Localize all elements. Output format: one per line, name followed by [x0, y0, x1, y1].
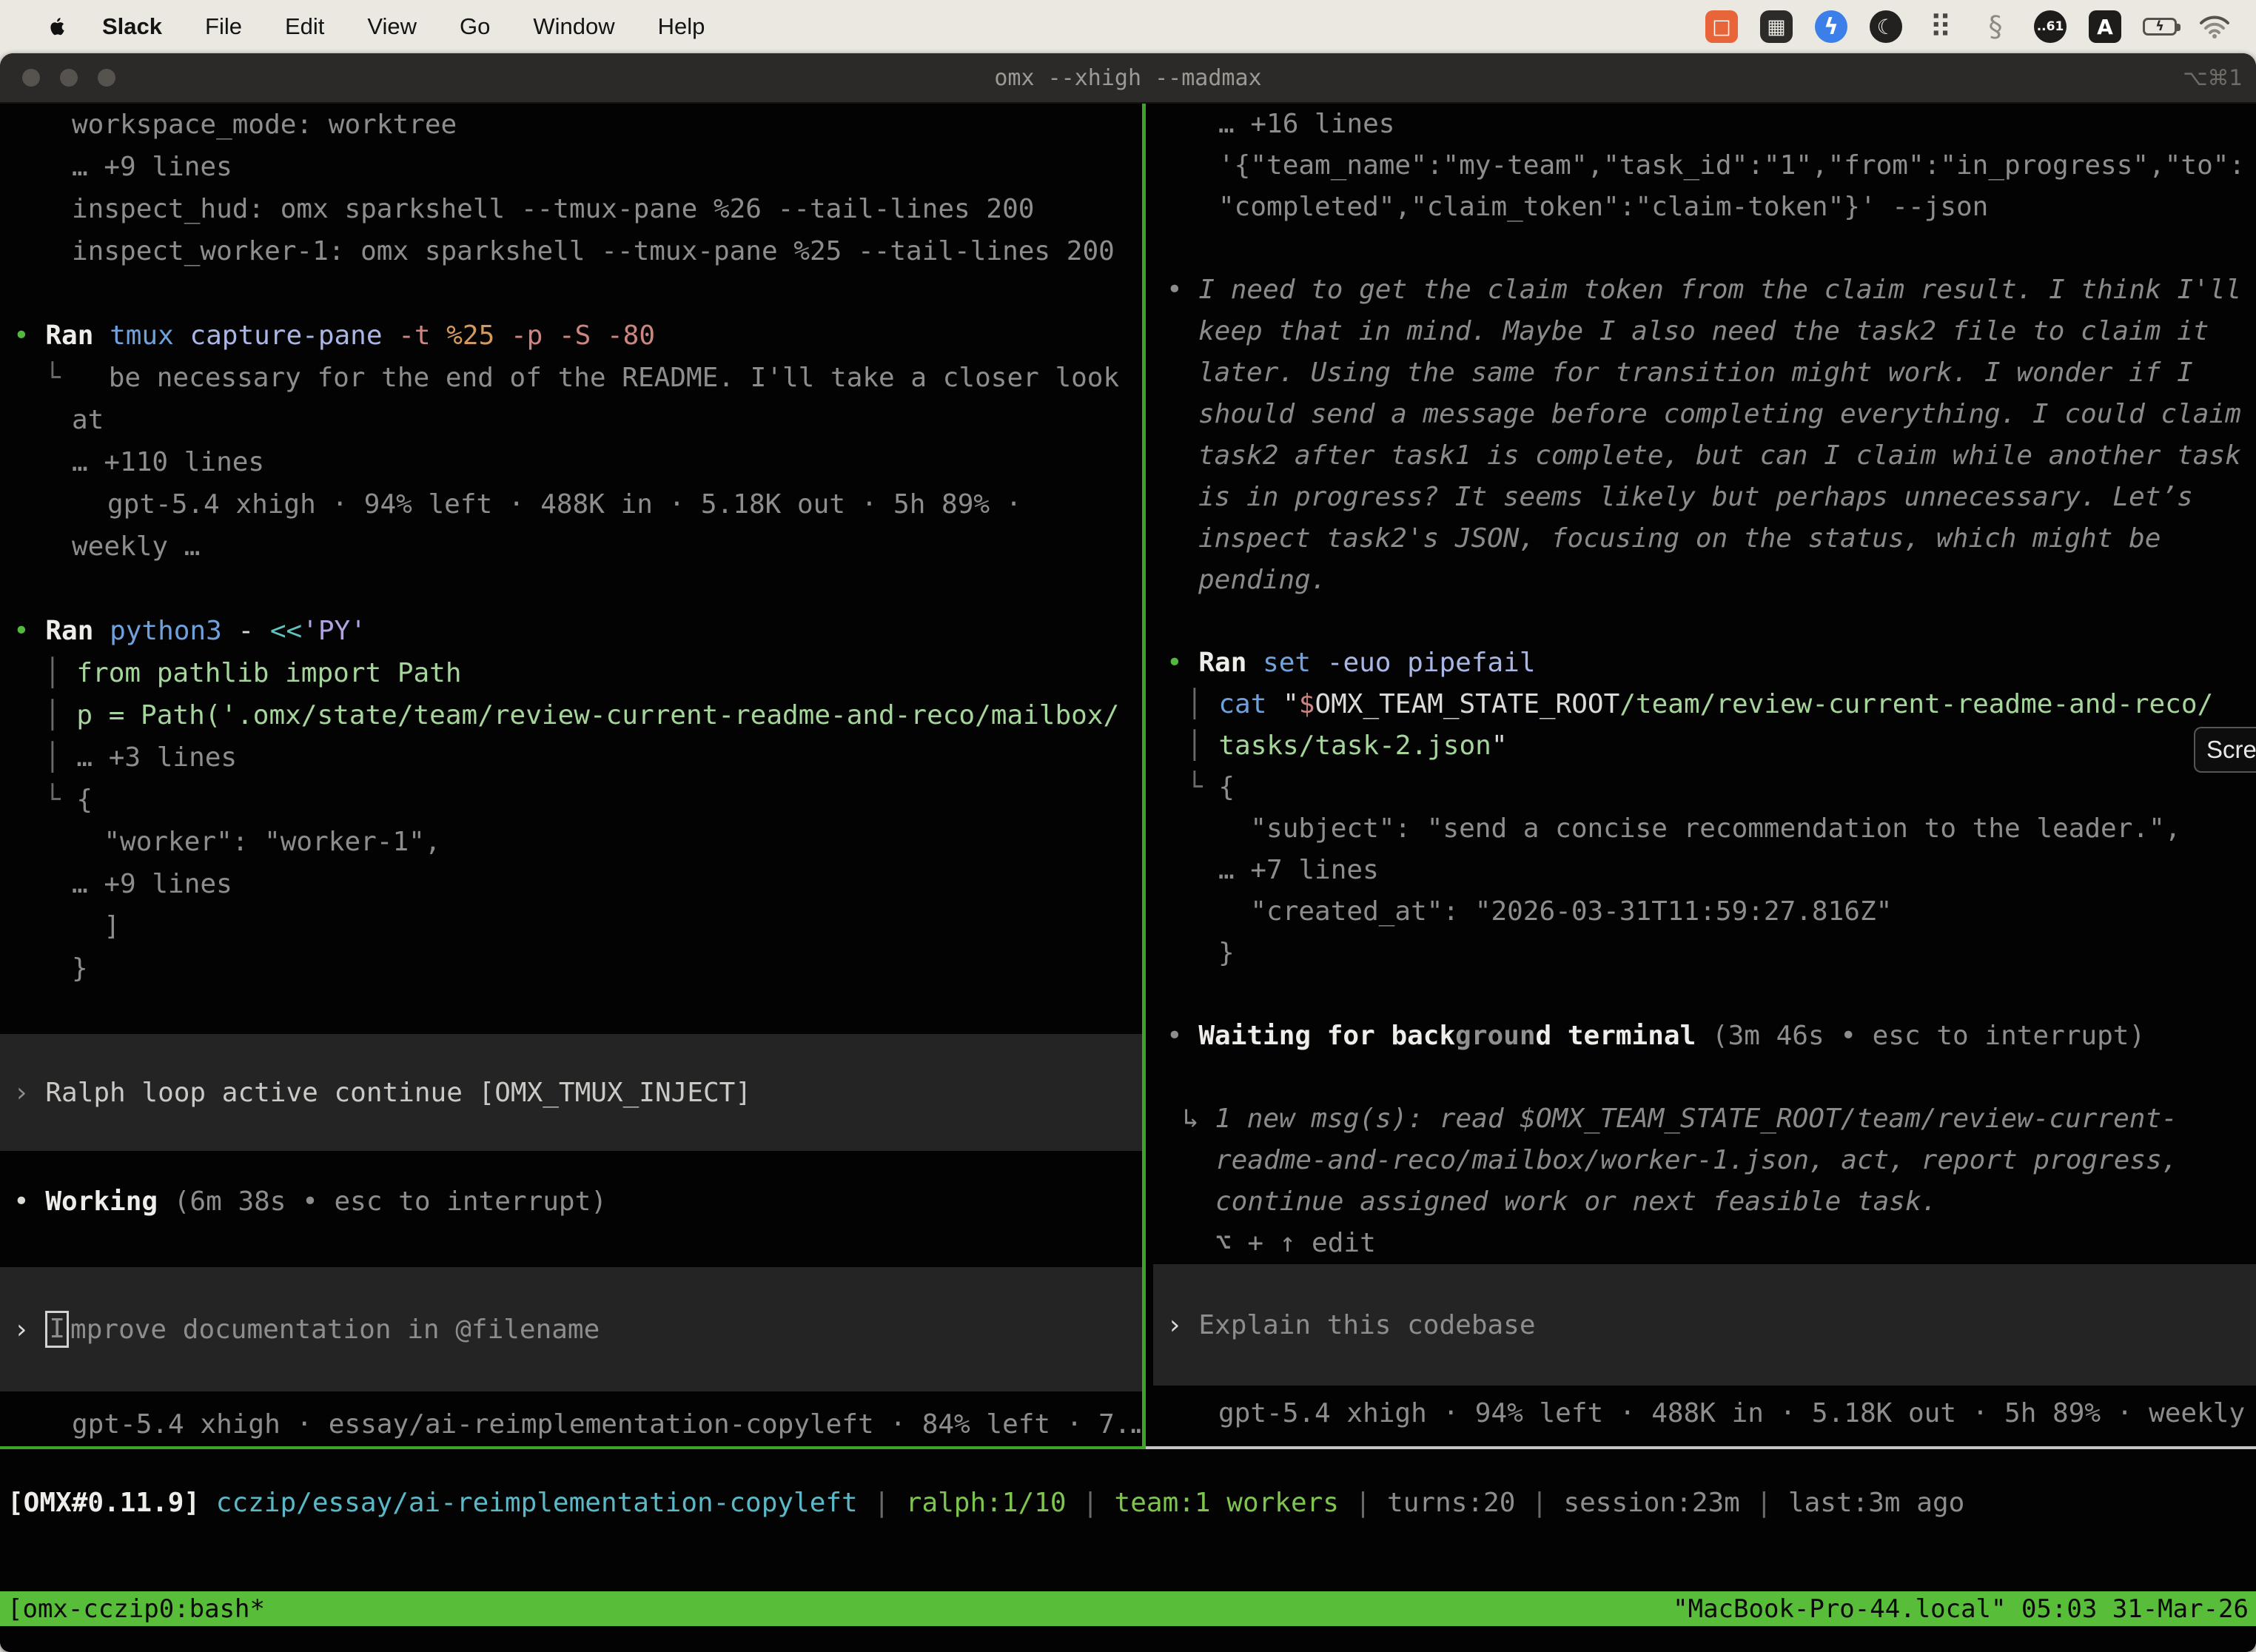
menu-item-go[interactable]: Go [460, 13, 490, 40]
terminal-line [0, 990, 1142, 1034]
injected-prompt-row[interactable]: › Ralph loop active continue [OMX_TMUX_I… [0, 1034, 1142, 1151]
terminal-line: ] [0, 905, 1142, 947]
terminal-line: └ { [0, 779, 1142, 821]
terminal-line: task2 after task1 is complete, but can I… [1153, 435, 2256, 477]
tmux-status-bar: [omx-cczip0:bash* "MacBook-Pro-44.local"… [0, 1591, 2256, 1626]
terminal-line: │ p = Path('.omx/state/team/review-curre… [0, 694, 1142, 736]
menu-item-help[interactable]: Help [658, 13, 705, 40]
screen-tooltip-label: Scre [2206, 736, 2256, 764]
tmux-host-clock-label: "MacBook-Pro-44.local" 05:03 31-Mar-26 [1673, 1594, 2249, 1624]
terminal-line: keep that in mind. Maybe I also need the… [1153, 311, 2256, 352]
terminal-line: readme-and-reco/mailbox/worker-1.json, a… [1153, 1140, 2256, 1181]
terminal-panes: workspace_mode: worktree… +9 linesinspec… [0, 104, 2256, 1446]
terminal-line: └ { [1153, 767, 2256, 808]
terminal-line: should send a message before completing … [1153, 394, 2256, 435]
menu-item-app[interactable]: Slack [102, 13, 162, 40]
terminal-line [1153, 1386, 2256, 1393]
command-ran-python3: • Ran python3 - <<'PY' [0, 610, 1142, 652]
terminal-line: │ tasks/task-2.json" [1153, 725, 2256, 767]
lightning-badge-icon[interactable]: ϟ [1813, 9, 1849, 44]
chat-app-icon[interactable]: □ [1704, 9, 1739, 44]
terminal-pane-left[interactable]: workspace_mode: worktree… +9 linesinspec… [0, 104, 1142, 1446]
terminal-line: pending. [1153, 560, 2256, 601]
screen-tooltip: Scre [2194, 727, 2256, 773]
terminal-line: '{"team_name":"my-team","task_id":"1","f… [1153, 145, 2256, 187]
terminal-line: │ … +3 lines [0, 736, 1142, 779]
moon-circle-icon[interactable]: ☾ [1868, 9, 1904, 44]
omx-status-line: [OMX#0.11.9] cczip/essay/ai-reimplementa… [0, 1449, 2256, 1591]
thinking-row: • I need to get the claim token from the… [1153, 269, 2256, 311]
terminal-line: inspect_hud: omx sparkshell --tmux-pane … [0, 188, 1142, 230]
terminal-line [1153, 1057, 2256, 1098]
terminal-line: "worker": "worker-1", [0, 821, 1142, 863]
terminal-line [1153, 601, 2256, 642]
menu-item-edit[interactable]: Edit [285, 13, 324, 40]
window-title: omx --xhigh --madmax [0, 65, 2256, 91]
terminal-line: later. Using the same for transition mig… [1153, 352, 2256, 394]
terminal-line: … +9 lines [0, 863, 1142, 905]
terminal-line: "created_at": "2026-03-31T11:59:27.816Z" [1153, 891, 2256, 933]
apple-logo-icon[interactable] [44, 10, 74, 43]
terminal-line [1153, 974, 2256, 1015]
terminal-line: … +9 lines [0, 146, 1142, 188]
waiting-status-row: • Waiting for background terminal (3m 46… [1153, 1015, 2256, 1057]
terminal-line: … +7 lines [1153, 850, 2256, 891]
terminal-line: └ be necessary for the end of the README… [0, 357, 1142, 399]
terminal-line: ↳ 1 new msg(s): read $OMX_TEAM_STATE_ROO… [1153, 1098, 2256, 1140]
suggestion-prompt-row[interactable]: › Explain this codebase [1153, 1264, 2256, 1386]
edit-hint-row: ⌥ + ↑ edit [1153, 1223, 2256, 1264]
terminal-line: │ from pathlib import Path [0, 652, 1142, 694]
menu-item-window[interactable]: Window [533, 13, 614, 40]
terminal-line: is in progress? It seems likely but perh… [1153, 477, 2256, 518]
terminal-line: weekly … [0, 526, 1142, 568]
terminal-window: omx --xhigh --madmax ⌥⌘1 workspace_mode:… [0, 53, 2256, 1652]
terminal-line: inspect task2's JSON, focusing on the st… [1153, 518, 2256, 560]
terminal-line [0, 1151, 1142, 1181]
wifi-icon[interactable] [2197, 9, 2232, 44]
tmux-session-label: [omx-cczip0:bash* [7, 1594, 265, 1624]
terminal-line: } [0, 947, 1142, 990]
command-ran-set-pipefail: • Ran set -euo pipefail [1153, 642, 2256, 684]
terminal-line: │ cat "$OMX_TEAM_STATE_ROOT/team/review-… [1153, 684, 2256, 725]
menu-item-file[interactable]: File [205, 13, 242, 40]
window-bottom-strip [0, 1626, 2256, 1652]
terminal-line: "completed","claim_token":"claim-token"}… [1153, 187, 2256, 228]
command-ran-tmux-capture: • Ran tmux capture-pane -t %25 -p -S -80 [0, 315, 1142, 357]
shield-grid-icon[interactable]: ▦ [1759, 9, 1794, 44]
terminal-line: … +16 lines [1153, 104, 2256, 145]
menu-bar: Slack File Edit View Go Window Help □ ▦ ϟ ☾ ⠿ § ..6… [0, 0, 2256, 53]
session-stats-row: gpt-5.4 xhigh · essay/ai-reimplementatio… [0, 1403, 1142, 1446]
terminal-line [0, 272, 1142, 315]
terminal-pane-right[interactable]: … +16 lines'{"team_name":"my-team","task… [1146, 104, 2256, 1446]
badge-61-icon[interactable]: ..61 [2032, 9, 2068, 44]
terminal-line: at [0, 399, 1142, 441]
terminal-line [0, 568, 1142, 610]
terminal-line [0, 1223, 1142, 1267]
terminal-line [1153, 228, 2256, 269]
terminal-line: } [1153, 933, 2256, 974]
terminal-line: workspace_mode: worktree [0, 104, 1142, 146]
dots-grid-icon[interactable]: ⠿ [1923, 9, 1958, 44]
working-status-row: • Working (6m 38s • esc to interrupt) [0, 1181, 1142, 1223]
terminal-line: "subject": "send a concise recommendatio… [1153, 808, 2256, 850]
menu-status-icons: □ ▦ ϟ ☾ ⠿ § ..61 Aϟ [1704, 9, 2232, 44]
window-shortcut-badge: ⌥⌘1 [2183, 65, 2243, 90]
battery-icon[interactable]: ϟ [2142, 9, 2178, 44]
terminal-line: inspect_worker-1: omx sparkshell --tmux-… [0, 230, 1142, 272]
terminal-line: continue assigned work or next feasible … [1153, 1181, 2256, 1223]
pane-bottom-border [0, 1446, 2256, 1449]
terminal-line: gpt-5.4 xhigh · 94% left · 488K in · 5.1… [0, 483, 1142, 526]
menu-item-view[interactable]: View [367, 13, 417, 40]
terminal-line: … +110 lines [0, 441, 1142, 483]
session-stats-row: gpt-5.4 xhigh · 94% left · 488K in · 5.1… [1153, 1393, 2256, 1434]
menu-items: Slack File Edit View Go Window Help [102, 13, 705, 40]
input-source-icon[interactable]: A [2087, 9, 2123, 44]
prompt-input-row[interactable]: › Improve documentation in @filename [0, 1267, 1142, 1391]
terminal-line [0, 1391, 1142, 1403]
squiggle-icon[interactable]: § [1978, 9, 2013, 44]
window-titlebar[interactable]: omx --xhigh --madmax ⌥⌘1 [0, 53, 2256, 104]
